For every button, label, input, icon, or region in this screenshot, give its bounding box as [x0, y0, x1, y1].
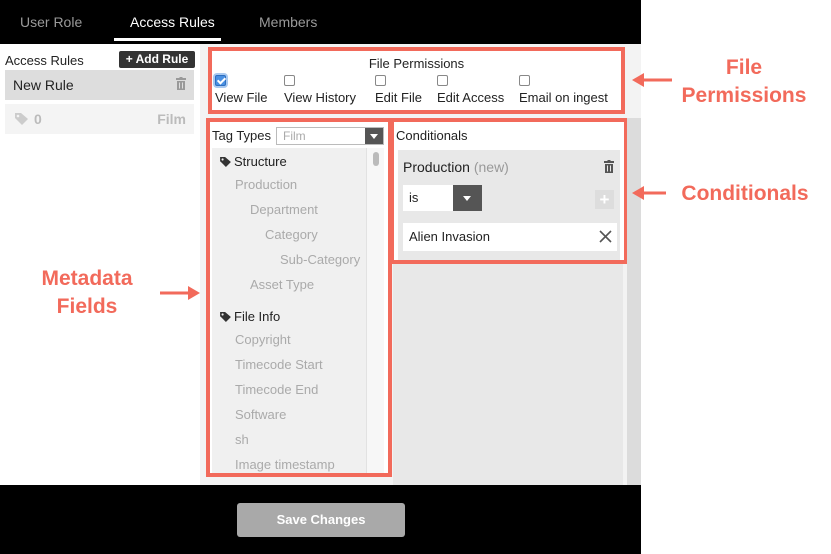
trash-icon[interactable]: [604, 160, 614, 173]
permission-view-file[interactable]: View File: [215, 75, 268, 105]
edit-access-checkbox[interactable]: [437, 75, 448, 86]
callout-arrow-icon: [160, 286, 200, 300]
metadata-group-file-info[interactable]: File Info: [220, 309, 280, 324]
tag-types-label: Tag Types: [212, 128, 272, 143]
metadata-field-copyright[interactable]: Copyright: [235, 332, 291, 347]
condition-value-tag: Alien Invasion: [403, 223, 617, 251]
permission-edit-file[interactable]: Edit File: [375, 75, 422, 105]
metadata-field-software[interactable]: Software: [235, 407, 286, 422]
sidebar-title: Access Rules: [5, 53, 84, 68]
permission-view-history[interactable]: View History: [284, 75, 356, 105]
file-permissions-panel: File Permissions View File View History …: [208, 47, 625, 114]
editor-scroll-gutter: [627, 118, 641, 485]
tag-icon: [220, 312, 231, 322]
metadata-field-production[interactable]: Production: [235, 177, 297, 192]
save-changes-button[interactable]: Save Changes: [237, 503, 405, 537]
metadata-field-image-timestamp[interactable]: Image timestamp: [235, 457, 335, 472]
metadata-group-structure[interactable]: Structure: [220, 154, 287, 169]
permission-label: View History: [284, 90, 357, 105]
trash-icon[interactable]: [176, 77, 186, 90]
file-permissions-title: File Permissions: [368, 56, 465, 71]
metadata-group-label: File Info: [234, 309, 281, 324]
callout-arrow-icon: [632, 73, 672, 87]
rule-tag-count: 0: [34, 111, 42, 127]
view-history-checkbox[interactable]: [284, 75, 295, 86]
callout-metadata-fields: Metadata Fields: [41, 267, 133, 318]
tab-access-rules[interactable]: Access Rules: [130, 14, 215, 30]
metadata-field-timecode-start[interactable]: Timecode Start: [235, 357, 323, 372]
metadata-field-sub-category[interactable]: Sub-Category: [280, 252, 360, 267]
permission-label: Edit Access: [437, 90, 505, 105]
metadata-fields-panel: Tag Types Film Structure Production Depa…: [206, 118, 392, 477]
metadata-group-label: Structure: [234, 154, 287, 169]
scrollbar-thumb[interactable]: [373, 152, 379, 166]
tag-icon: [15, 113, 28, 125]
tag-icon: [220, 157, 231, 167]
permission-label: Edit File: [375, 90, 422, 105]
permission-label: View File: [215, 90, 268, 105]
conditional-card: Production (new) is + Alien Invasion: [398, 150, 620, 260]
callout-file-permissions: File Permissions: [681, 56, 807, 107]
active-tab-indicator: [114, 38, 221, 41]
add-value-button[interactable]: +: [595, 190, 614, 209]
chevron-down-icon[interactable]: [365, 128, 383, 144]
field-name-text: Production: [403, 159, 470, 175]
tab-bar: User Role Access Rules Members: [0, 0, 641, 44]
callout-conditionals: Conditionals: [681, 182, 809, 205]
rule-summary: 0 Film: [5, 104, 194, 134]
condition-value-text: Alien Invasion: [409, 229, 490, 244]
footer-bar: Save Changes: [0, 485, 641, 554]
rule-editor: File Permissions View File View History …: [200, 44, 641, 485]
metadata-field-list: Structure Production Department Category…: [212, 148, 366, 473]
operator-select[interactable]: is: [403, 185, 482, 211]
tag-type-select[interactable]: Film: [276, 127, 384, 145]
callout-arrow-icon: [632, 186, 666, 200]
tag-type-selected: Film: [283, 129, 306, 143]
operator-value: is: [409, 190, 419, 205]
metadata-field-asset-type[interactable]: Asset Type: [250, 277, 314, 292]
app-screenshot: User Role Access Rules Members Access Ru…: [0, 0, 831, 554]
rule-item-new-rule[interactable]: New Rule: [5, 70, 194, 100]
edit-file-checkbox[interactable]: [375, 75, 386, 86]
metadata-scrollbar[interactable]: [366, 148, 384, 473]
add-rule-button[interactable]: + Add Rule: [119, 51, 195, 68]
view-file-checkbox[interactable]: [215, 75, 226, 86]
new-badge: (new): [473, 159, 509, 175]
rule-name: New Rule: [13, 77, 74, 93]
tab-members[interactable]: Members: [259, 14, 317, 30]
rule-tag-type: Film: [157, 111, 186, 127]
email-on-ingest-checkbox[interactable]: [519, 75, 530, 86]
metadata-field-category[interactable]: Category: [265, 227, 318, 242]
close-icon[interactable]: [599, 230, 612, 243]
tab-user-role[interactable]: User Role: [20, 14, 82, 30]
permission-label: Email on ingest: [519, 90, 608, 105]
conditional-field-name: Production (new): [403, 159, 509, 175]
chevron-down-icon[interactable]: [453, 185, 482, 211]
conditionals-panel: Conditionals Production (new) is + Alien…: [390, 118, 628, 264]
permission-email-on-ingest[interactable]: Email on ingest: [519, 75, 608, 105]
permission-edit-access[interactable]: Edit Access: [437, 75, 504, 105]
metadata-field-department[interactable]: Department: [250, 202, 318, 217]
conditionals-title: Conditionals: [396, 128, 468, 143]
metadata-field-timecode-end[interactable]: Timecode End: [235, 382, 318, 397]
metadata-field-sh[interactable]: sh: [235, 432, 249, 447]
